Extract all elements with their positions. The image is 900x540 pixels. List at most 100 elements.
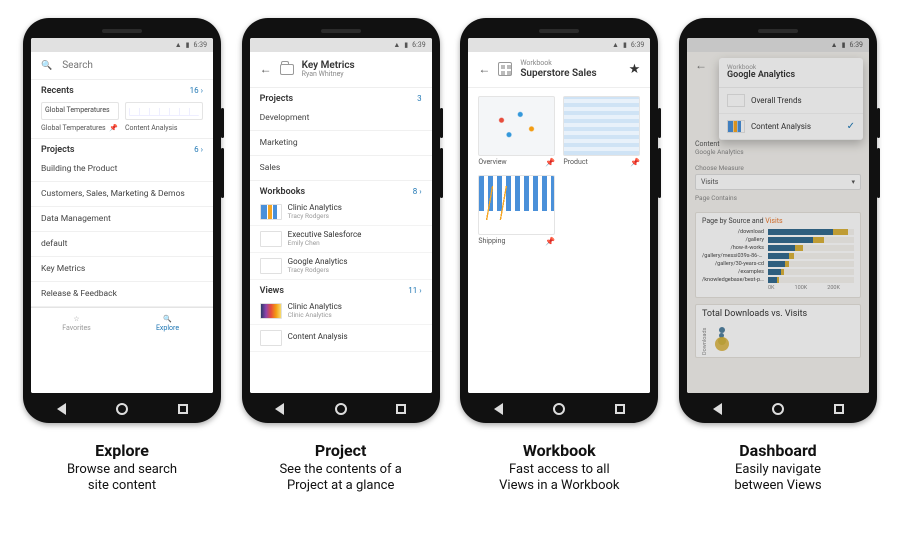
- screen-dashboard: ▲ ▮ 6:39 ← Workbook Google Analytics: [687, 38, 869, 393]
- recent-label[interactable]: Global Temperatures 📌: [41, 124, 119, 132]
- back-icon[interactable]: ←: [695, 58, 707, 72]
- nav-recents[interactable]: [832, 402, 846, 416]
- back-icon[interactable]: ←: [478, 62, 490, 76]
- hbar-track: [768, 269, 854, 275]
- project-row[interactable]: Building the Product: [31, 157, 213, 182]
- phone-speaker: [758, 29, 798, 33]
- hbar-row: /gallery/messi039s-86-goals: [702, 253, 854, 259]
- phone-speaker: [102, 29, 142, 33]
- view-thumb: [260, 303, 282, 319]
- popover-header: Workbook Google Analytics: [719, 58, 863, 88]
- tab-explore[interactable]: 🔍 Explore: [122, 308, 213, 339]
- workbook-row[interactable]: Executive SalesforceEmily Chen: [250, 226, 432, 253]
- search-row[interactable]: 🔍: [31, 52, 213, 80]
- view-card[interactable]: Product📌: [563, 96, 640, 167]
- check-icon: ✓: [847, 121, 855, 132]
- y-axis-label: Downloads: [702, 319, 708, 355]
- nav-back[interactable]: [710, 402, 724, 416]
- option-thumb: [727, 120, 745, 133]
- crumb-sub: Google Analytics: [695, 148, 744, 156]
- battery-icon: ▮: [842, 41, 846, 49]
- stage: ▲ ▮ 6:39 🔍 Recents 16 › Global: [0, 0, 900, 495]
- panel-title: Total Downloads vs. Visits: [702, 309, 854, 319]
- signal-icon: ▲: [612, 41, 619, 49]
- nav-recents[interactable]: [394, 402, 408, 416]
- android-navbar: [250, 396, 432, 422]
- hbar-highlight: [833, 229, 848, 235]
- subproject-row[interactable]: Sales: [250, 156, 432, 181]
- back-icon[interactable]: ←: [260, 62, 272, 76]
- workbooks-header[interactable]: Workbooks 8 ›: [250, 181, 432, 199]
- search-input[interactable]: [62, 60, 203, 71]
- caption-workbook: Workbook Fast access to all Views in a W…: [499, 441, 619, 495]
- star-icon: ☆: [73, 315, 79, 323]
- section-count: 11 ›: [408, 286, 421, 296]
- view-label: Shipping: [478, 237, 505, 245]
- projects-header[interactable]: Projects 6 ›: [31, 139, 213, 157]
- android-navbar: [468, 396, 650, 422]
- workbook-owner: Tracy Rodgers: [288, 213, 342, 220]
- nav-back[interactable]: [492, 402, 506, 416]
- nav-back[interactable]: [273, 402, 287, 416]
- status-time: 6:39: [631, 41, 645, 49]
- views-header[interactable]: Views 11 ›: [250, 280, 432, 298]
- android-statusbar: ▲ ▮ 6:39: [31, 38, 213, 52]
- nav-home[interactable]: [115, 402, 129, 416]
- projects-header[interactable]: Projects 3: [250, 88, 432, 106]
- view-row[interactable]: Clinic AnalyticsClinic Analytics: [250, 298, 432, 325]
- caption-explore: Explore Browse and search site content: [67, 441, 177, 495]
- caption-heading: Explore: [67, 441, 177, 460]
- nav-recents[interactable]: [176, 402, 190, 416]
- caption-line: Easily navigate: [734, 462, 821, 478]
- workbook-icon: [498, 62, 512, 76]
- view-card[interactable]: Shipping 📌: [478, 175, 555, 246]
- pin-icon[interactable]: 📌: [545, 237, 555, 246]
- recent-card-title: Global Temperatures: [45, 106, 115, 114]
- option-label: Overall Trends: [751, 96, 855, 105]
- recent-card[interactable]: Global Temperatures: [41, 102, 119, 120]
- recents-cards: Global Temperatures: [31, 98, 213, 122]
- x-axis: 0K 100K 200K: [702, 285, 854, 291]
- view-row[interactable]: Content Analysis: [250, 325, 432, 352]
- phone-frame: ▲ ▮ 6:39 🔍 Recents 16 › Global: [23, 18, 221, 423]
- hbar-track: [768, 277, 854, 283]
- favorite-star-icon[interactable]: ★: [629, 62, 641, 77]
- hbar-chart: /download/gallery/how-it-works/gallery/m…: [702, 229, 854, 283]
- dashboard-content: ← Workbook Google Analytics Overall Tren…: [687, 52, 869, 393]
- pin-icon[interactable]: 📌: [545, 158, 555, 167]
- status-time: 6:39: [412, 41, 426, 49]
- subproject-row[interactable]: Development: [250, 106, 432, 131]
- project-row[interactable]: Key Metrics: [31, 257, 213, 282]
- popover-option[interactable]: Overall Trends: [719, 88, 863, 114]
- view-card[interactable]: Overview📌: [478, 96, 555, 167]
- measure-select[interactable]: Visits ▾: [695, 174, 861, 190]
- nav-recents[interactable]: [613, 402, 627, 416]
- signal-icon: ▲: [393, 41, 400, 49]
- nav-home[interactable]: [334, 402, 348, 416]
- section-title: Workbooks: [260, 187, 305, 197]
- caption-project: Project See the contents of a Project at…: [279, 441, 401, 495]
- view-thumb: [260, 330, 282, 346]
- project-row[interactable]: default: [31, 232, 213, 257]
- recent-card[interactable]: [125, 102, 203, 120]
- workbook-row[interactable]: Clinic AnalyticsTracy Rodgers: [250, 199, 432, 226]
- subproject-row[interactable]: Marketing: [250, 131, 432, 156]
- project-row[interactable]: Customers, Sales, Marketing & Demos: [31, 182, 213, 207]
- workbook-thumb: [260, 258, 282, 274]
- tab-favorites[interactable]: ☆ Favorites: [31, 308, 122, 339]
- signal-icon: ▲: [831, 41, 838, 49]
- nav-home[interactable]: [552, 402, 566, 416]
- screen-explore: ▲ ▮ 6:39 🔍 Recents 16 › Global: [31, 38, 213, 393]
- nav-back[interactable]: [54, 402, 68, 416]
- folder-icon: [280, 64, 294, 75]
- recents-header[interactable]: Recents 16 ›: [31, 80, 213, 98]
- status-time: 6:39: [194, 41, 208, 49]
- hbar-label: /how-it-works: [702, 245, 764, 251]
- nav-home[interactable]: [771, 402, 785, 416]
- project-row[interactable]: Data Management: [31, 207, 213, 232]
- pin-icon[interactable]: 📌: [630, 158, 640, 167]
- recent-label[interactable]: Content Analysis: [125, 124, 203, 132]
- popover-option[interactable]: Content Analysis ✓: [719, 114, 863, 140]
- workbook-row[interactable]: Google AnalyticsTracy Rodgers: [250, 253, 432, 280]
- project-row[interactable]: Release & Feedback: [31, 282, 213, 307]
